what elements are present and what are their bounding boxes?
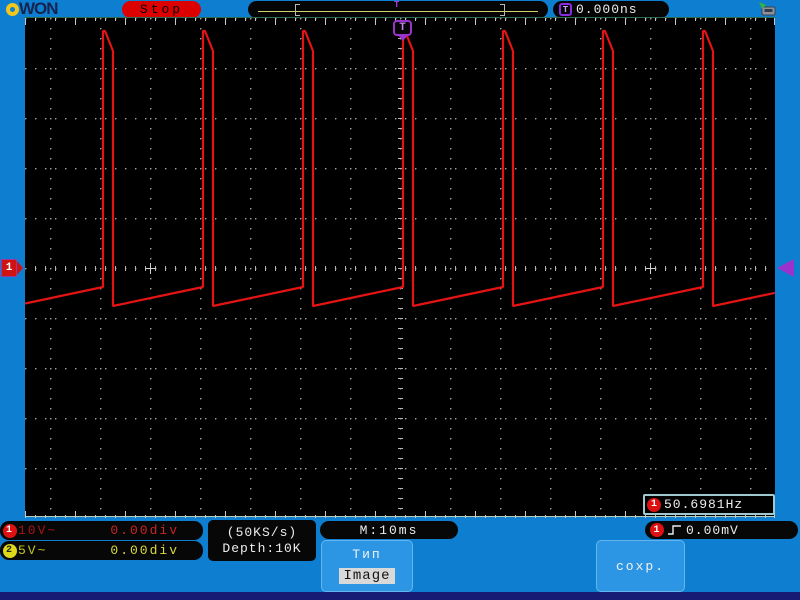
top-bar: WON Stop T T 0.000ns: [0, 0, 800, 18]
channel2-offset: 0.00div: [110, 543, 179, 558]
waveform-plot: [25, 18, 775, 518]
owon-logo: WON: [6, 0, 59, 18]
acquisition-status: (50KS/s) Depth:10K: [208, 520, 316, 561]
record-depth: Depth:10K: [222, 541, 302, 556]
channel1-status: 1 10V~ 0.00div: [0, 521, 203, 540]
channel1-badge-icon: 1: [3, 523, 17, 538]
trigger-t-icon: T: [559, 3, 572, 16]
channel2-badge-icon: 2: [3, 543, 17, 558]
frequency-counter: 1 50.6981Hz: [643, 494, 775, 515]
channel2-scale: 5V~: [18, 543, 48, 558]
trigger-position-flag[interactable]: T: [393, 20, 412, 41]
trigger-level-readout: 1 0.00mV: [645, 521, 798, 539]
menu-save-label: сохр.: [615, 558, 665, 574]
owon-logo-text: WON: [19, 0, 59, 18]
trigger-level-marker-icon[interactable]: [777, 259, 794, 277]
window-left-bracket-icon: [295, 4, 300, 16]
run-state-indicator[interactable]: Stop: [122, 1, 201, 18]
channel1-position-marker[interactable]: 1: [1, 259, 23, 277]
menu-type-value[interactable]: Image: [339, 568, 395, 584]
trigger-level-value: 0.00mV: [686, 522, 739, 538]
oscilloscope-ui: WON Stop T T 0.000ns T 1 50.6981Hz 1 1 1…: [0, 0, 800, 600]
bottom-strip: [0, 592, 800, 600]
owon-logo-o-icon: [6, 2, 19, 16]
trigger-time-readout: T 0.000ns: [553, 1, 669, 18]
window-right-bracket-icon: [500, 4, 505, 16]
trigger-position-mini-marker[interactable]: T: [394, 1, 399, 10]
menu-save-button[interactable]: сохр.: [596, 540, 685, 592]
horizontal-position-bar[interactable]: T: [248, 1, 548, 18]
hpos-ruler-line: [258, 11, 538, 12]
trigger-source-badge-icon: 1: [650, 523, 664, 537]
sample-rate: (50KS/s): [226, 525, 298, 540]
channel1-scale: 10V~: [18, 523, 58, 538]
frequency-value: 50.6981Hz: [664, 497, 744, 512]
trigger-time-value: 0.000ns: [576, 2, 638, 17]
waveform-display: T 1 50.6981Hz: [25, 17, 775, 518]
channel1-badge-icon: 1: [647, 497, 661, 512]
menu-type-button[interactable]: Тип Image: [321, 540, 413, 592]
rising-edge-icon: [668, 525, 681, 535]
timebase-readout: M:10ms: [320, 521, 458, 539]
channel2-status: 2 5V~ 0.00div: [0, 541, 203, 560]
channel1-offset: 0.00div: [110, 523, 179, 538]
menu-type-label: Тип: [352, 547, 382, 562]
